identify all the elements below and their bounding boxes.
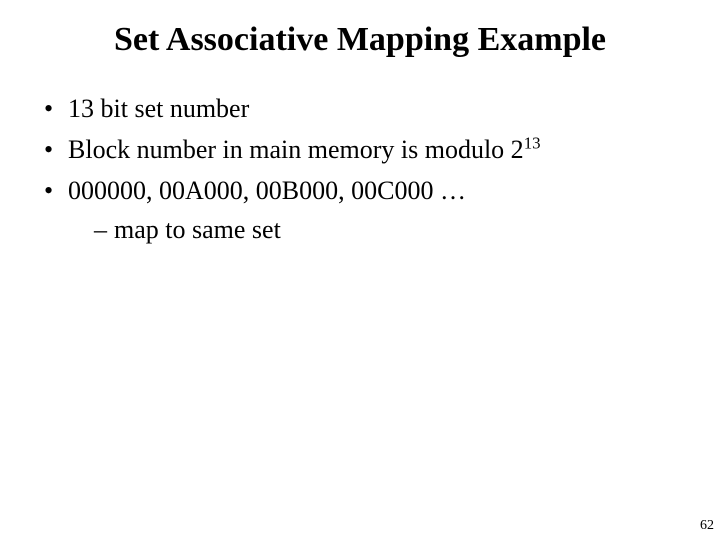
slide-title: Set Associative Mapping Example <box>0 0 720 61</box>
sub-bullet-list: map to same set <box>68 212 690 247</box>
bullet-item-3: 000000, 00A000, 00B000, 00C000 … map to … <box>40 173 690 247</box>
sub-bullet-text-1: map to same set <box>114 215 281 244</box>
bullet-item-2: Block number in main memory is modulo 21… <box>40 132 690 167</box>
slide-body: 13 bit set number Block number in main m… <box>0 61 720 247</box>
bullet-item-1: 13 bit set number <box>40 91 690 126</box>
page-number: 62 <box>700 518 714 534</box>
bullet-list: 13 bit set number Block number in main m… <box>40 91 690 247</box>
bullet-text-2-exp: 13 <box>524 133 541 152</box>
slide: Set Associative Mapping Example 13 bit s… <box>0 0 720 540</box>
bullet-text-2-pre: Block number in main memory is modulo 2 <box>68 135 524 164</box>
bullet-text-3: 000000, 00A000, 00B000, 00C000 … <box>68 176 466 205</box>
sub-bullet-item-1: map to same set <box>94 212 690 247</box>
bullet-text-1: 13 bit set number <box>68 94 249 123</box>
